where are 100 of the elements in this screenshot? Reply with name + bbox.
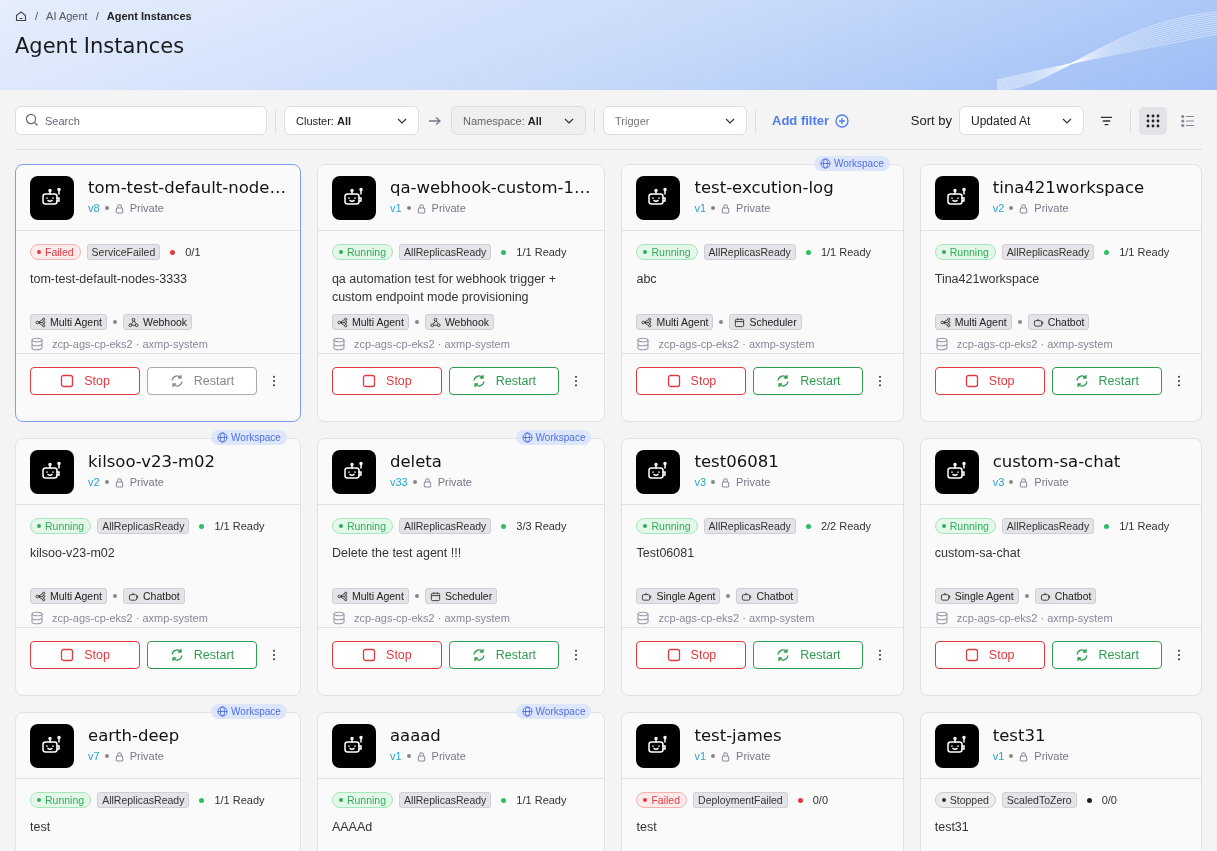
lock-icon xyxy=(415,202,427,214)
ready-count: 0/0 xyxy=(1101,794,1117,806)
visibility-label: Private xyxy=(129,750,164,762)
cluster-namespace-label: zcp-ags-cp-eks2 · axmp-system xyxy=(658,338,815,350)
agent-card[interactable]: test-james v1 Private Failed DeploymentFailed 0/0 test xyxy=(621,712,904,851)
version-label: v1 xyxy=(389,750,402,762)
nodes-icon xyxy=(336,590,348,602)
agent-name: test-excution-log xyxy=(694,178,834,197)
restart-button[interactable]: Restart xyxy=(448,367,559,395)
globe-icon xyxy=(521,432,533,443)
visibility-label: Private xyxy=(1034,202,1069,214)
database-icon xyxy=(331,611,346,625)
sort-dropdown[interactable]: Updated At xyxy=(959,106,1084,135)
refresh-icon xyxy=(1074,374,1089,388)
breadcrumb-separator: / xyxy=(95,10,99,22)
globe-icon xyxy=(819,158,831,169)
stop-button[interactable]: Stop xyxy=(331,367,442,395)
restart-button[interactable]: Restart xyxy=(1051,641,1162,669)
restart-button[interactable]: Restart xyxy=(448,641,559,669)
lock-icon xyxy=(720,202,732,214)
lock-icon xyxy=(1018,750,1030,762)
lock-icon xyxy=(113,476,125,488)
visibility-label: Private xyxy=(736,202,771,214)
more-options-icon[interactable] xyxy=(878,649,883,661)
agent-description: tom-test-default-nodes-3333 xyxy=(30,271,189,288)
restart-button[interactable]: Restart xyxy=(147,641,257,669)
agent-description: Test06081 xyxy=(636,545,696,562)
more-options-icon[interactable] xyxy=(573,375,578,387)
version-label: v3 xyxy=(992,476,1005,488)
sort-order-icon[interactable] xyxy=(1100,115,1113,126)
more-options-icon[interactable] xyxy=(1176,375,1181,387)
agent-card[interactable] xyxy=(316,164,606,422)
status-badge: Running xyxy=(636,244,698,260)
add-filter-button[interactable]: Add filter xyxy=(764,113,858,128)
restart-button[interactable]: Restart xyxy=(1051,367,1162,395)
condition-tag: AllReplicasReady xyxy=(703,244,796,260)
stop-button[interactable]: Stop xyxy=(934,367,1045,395)
agent-card[interactable]: tom-test-default-node… v8 Private Failed ServiceFailed 0/1 tom-test-default-nodes-3333 Multi Agent Webhook zcp-ags-cp-eks2 · axmp-system Stop Restart xyxy=(15,164,301,422)
filter-dropdown[interactable]: Cluster: All xyxy=(284,106,419,135)
filter-dropdown[interactable]: Trigger xyxy=(603,106,747,135)
restart-button[interactable]: Restart xyxy=(753,367,864,395)
ready-count: 1/1 Ready xyxy=(820,246,872,258)
stop-button[interactable]: Stop xyxy=(636,641,747,669)
home-icon[interactable] xyxy=(15,10,27,22)
visibility-label: Private xyxy=(1034,750,1069,762)
stop-button[interactable]: Stop xyxy=(331,641,442,669)
restart-button[interactable]: Restart xyxy=(147,367,257,395)
trigger-tag: Chatbot xyxy=(1034,588,1097,604)
cluster-namespace-label: zcp-ags-cp-eks2 · axmp-system xyxy=(353,338,510,350)
stop-button[interactable]: Stop xyxy=(934,641,1045,669)
breadcrumb-separator: / xyxy=(35,10,39,22)
more-options-icon[interactable] xyxy=(272,375,276,387)
search-field[interactable]: Search xyxy=(15,106,267,135)
ready-count: 1/1 Ready xyxy=(1119,520,1170,532)
agent-description: Tina421workspace xyxy=(934,271,1041,288)
database-icon xyxy=(636,611,651,625)
globe-icon xyxy=(521,706,533,717)
visibility-label: Private xyxy=(431,202,466,214)
stop-button[interactable]: Stop xyxy=(30,641,140,669)
breadcrumb-link[interactable]: AI Agent xyxy=(46,10,88,22)
agent-name: test31 xyxy=(992,726,1047,745)
status-badge: Running xyxy=(331,518,394,534)
agent-description: AAAAd xyxy=(331,819,374,836)
workspace-badge: Workspace xyxy=(515,430,592,445)
page-title: Agent Instances xyxy=(15,34,186,58)
version-label: v1 xyxy=(694,202,707,214)
agent-name: test-james xyxy=(694,726,782,745)
grid-icon xyxy=(1146,113,1160,128)
agent-card[interactable]: tina421workspace v2 Private Running AllReplicasReady 1/1 Ready Tina421workspace Multi Agent Chatbot zcp-ags-cp-eks2 · axmp-system Stop Restart xyxy=(919,164,1202,422)
more-options-icon[interactable] xyxy=(573,649,578,661)
agent-card[interactable]: test06081 v3 Private Running AllReplicasReady 2/2 Ready Test06081 Single Agent Chatbot zcp-ags-cp-eks2 · axmp-system Stop Restart xyxy=(621,438,904,696)
trigger-tag: Chatbot xyxy=(736,588,799,604)
agent-card[interactable]: custom-sa-chat v3 Private Running AllReplicasReady 1/1 Ready custom-sa-chat Single Agent Chatbot zcp-ags-cp-eks2 · axmp-system Stop Restart xyxy=(919,438,1202,696)
visibility-label: Private xyxy=(736,476,771,488)
condition-tag: AllReplicasReady xyxy=(1001,518,1095,534)
condition-tag: AllReplicasReady xyxy=(97,518,190,534)
plus-circle-icon xyxy=(835,113,850,128)
cluster-namespace-label: zcp-ags-cp-eks2 · axmp-system xyxy=(52,338,208,350)
stop-button[interactable]: Stop xyxy=(30,367,140,395)
agent-name: deleta xyxy=(389,452,443,471)
lock-icon xyxy=(113,750,125,762)
agent-description: custom-sa-chat xyxy=(934,545,1022,562)
more-options-icon[interactable] xyxy=(878,375,883,387)
grid-view-button[interactable] xyxy=(1139,106,1167,135)
trigger-tag: Scheduler xyxy=(729,314,802,330)
agent-card[interactable]: test31 v1 Private Stopped ScaledToZero 0/0 test31 xyxy=(919,712,1202,851)
list-icon xyxy=(1181,113,1195,128)
status-badge: Running xyxy=(934,518,996,534)
status-badge: Running xyxy=(636,518,698,534)
more-options-icon[interactable] xyxy=(272,649,276,661)
ready-count: 1/1 Ready xyxy=(516,246,567,258)
status-badge: Running xyxy=(331,792,394,808)
condition-tag: DeploymentFailed xyxy=(693,792,788,808)
condition-tag: AllReplicasReady xyxy=(399,792,492,808)
restart-button[interactable]: Restart xyxy=(753,641,864,669)
status-badge: Running xyxy=(331,244,394,260)
stop-button[interactable]: Stop xyxy=(636,367,747,395)
refresh-icon xyxy=(471,374,486,388)
nodes-icon xyxy=(641,316,653,328)
more-options-icon[interactable] xyxy=(1176,649,1181,661)
